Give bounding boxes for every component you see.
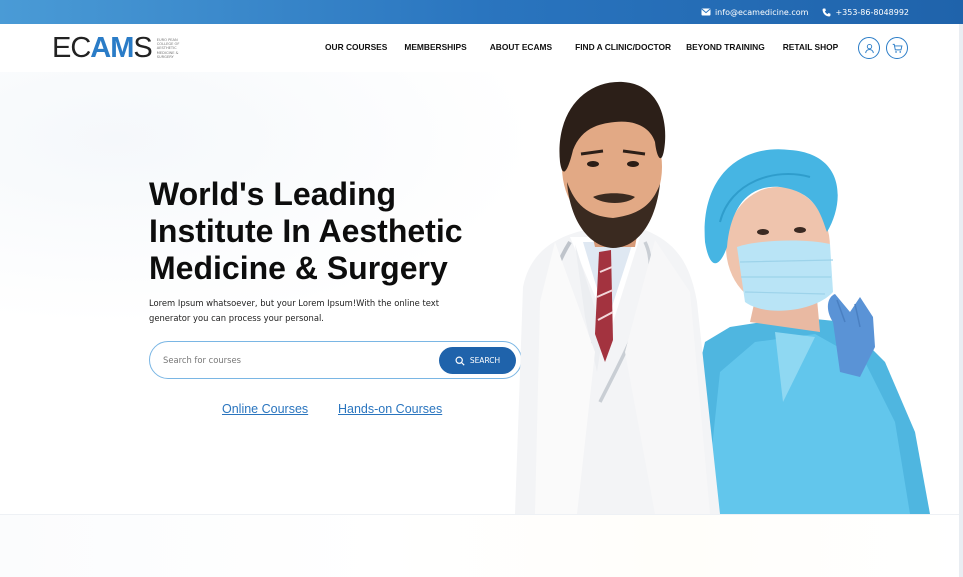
- online-courses-link[interactable]: Online Courses: [222, 402, 308, 416]
- cart-icon: [892, 43, 902, 53]
- search-input[interactable]: [163, 355, 423, 365]
- page-scrollbar[interactable]: [959, 24, 963, 577]
- nav-find-clinic[interactable]: FIND A CLINIC/DOCTOR: [575, 42, 671, 52]
- nav-retail-shop[interactable]: RETAIL SHOP: [783, 42, 839, 52]
- email-text[interactable]: info@ecamedicine.com: [715, 8, 808, 17]
- course-search-bar: SEARCH: [149, 341, 522, 379]
- ecams-logo[interactable]: ECAMS EURO PEAN COLLEGE OF AESTHETIC MED…: [52, 34, 187, 63]
- nav-beyond-training[interactable]: BEYOND TRAINING: [686, 42, 765, 52]
- user-icon: [864, 43, 874, 53]
- search-button-label: SEARCH: [469, 356, 501, 365]
- nav-about-ecams[interactable]: ABOUT ECAMS: [490, 42, 552, 52]
- search-icon: [455, 355, 465, 366]
- hero-description: Lorem Ipsum whatsoever, but your Lorem I…: [149, 298, 439, 323]
- phone-contact[interactable]: +353-86-8048992: [822, 8, 909, 17]
- envelope-icon: [701, 8, 711, 16]
- account-button[interactable]: [858, 37, 880, 59]
- search-button[interactable]: SEARCH: [439, 347, 516, 374]
- cart-button[interactable]: [886, 37, 908, 59]
- phone-text[interactable]: +353-86-8048992: [835, 8, 909, 17]
- main-nav: OUR COURSES MEMBERSHIPS ABOUT ECAMS FIND…: [316, 42, 838, 52]
- hero-title: World's Leading Institute In Aesthetic M…: [149, 176, 463, 286]
- nav-memberships[interactable]: MEMBERSHIPS: [404, 42, 466, 52]
- nav-our-courses[interactable]: OUR COURSES: [325, 42, 387, 52]
- next-section-strip: [0, 514, 963, 577]
- phone-icon: [822, 8, 831, 16]
- hero-doctors-image: [515, 81, 930, 514]
- site-header: ECAMS EURO PEAN COLLEGE OF AESTHETIC MED…: [0, 24, 963, 72]
- logo-wordmark: ECAMS: [52, 32, 153, 64]
- hero-section: World's Leading Institute In Aesthetic M…: [0, 72, 963, 514]
- email-contact[interactable]: info@ecamedicine.com: [701, 8, 808, 17]
- logo-subtitle: EURO PEAN COLLEGE OF AESTHETIC MEDICINE …: [156, 37, 180, 59]
- hands-on-courses-link[interactable]: Hands-on Courses: [338, 402, 442, 416]
- top-contact-bar: info@ecamedicine.com +353-86-8048992: [0, 0, 963, 24]
